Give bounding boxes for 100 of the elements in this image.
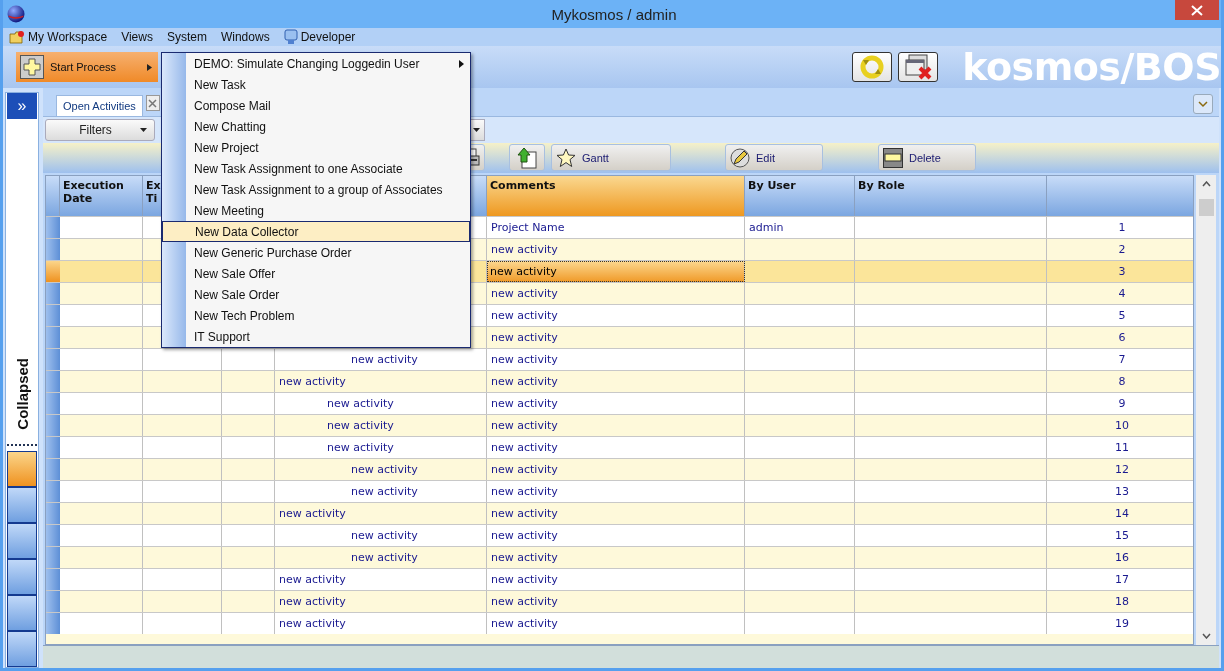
table-cell: 4: [1118, 287, 1126, 300]
row-selector[interactable]: [46, 305, 60, 326]
collapse-button[interactable]: [1193, 94, 1213, 114]
menu-item[interactable]: New Meeting: [162, 200, 470, 221]
table-cell: new activity: [279, 617, 346, 630]
caret-icon: [147, 63, 152, 71]
table-cell: 19: [1115, 617, 1129, 630]
tab[interactable]: Open Activities: [56, 95, 143, 116]
row-selector[interactable]: [46, 437, 60, 458]
table-cell: new activity: [491, 441, 558, 454]
delete-button[interactable]: Delete: [878, 144, 976, 171]
table-cell: new activity: [491, 551, 558, 564]
table-cell: 1: [1118, 221, 1126, 234]
row-selector[interactable]: [46, 591, 60, 612]
close-icon: [1191, 4, 1203, 16]
row-selector[interactable]: [46, 239, 60, 260]
expand-button[interactable]: »: [7, 93, 37, 119]
monitor-icon: [283, 29, 298, 45]
upload-button[interactable]: [509, 144, 545, 171]
menu-item[interactable]: New Task Assignment to a group of Associates: [162, 179, 470, 200]
table-cell: new activity: [279, 595, 346, 608]
folder-star-icon: [9, 30, 25, 44]
table-cell: 5: [1118, 309, 1126, 322]
table-cell: 11: [1115, 441, 1129, 454]
menu-item[interactable]: Developer: [283, 29, 356, 45]
table-cell: new activity: [491, 353, 558, 366]
table-cell: new activity: [327, 441, 394, 454]
table-cell: new activity: [491, 419, 558, 432]
scroll-up-icon: [1201, 181, 1211, 187]
menu-item[interactable]: New Task: [162, 74, 470, 95]
window-title: Mykosmos / admin: [550, 5, 678, 23]
start-process-button[interactable]: Start Process: [16, 52, 158, 82]
nav-tile[interactable]: [7, 631, 37, 667]
row-selector[interactable]: [46, 349, 60, 370]
menu-item[interactable]: DEMO: Simulate Changing Loggedin User: [162, 53, 470, 74]
close-windows-button[interactable]: [898, 52, 939, 82]
menu-item[interactable]: New Task Assignment to one Associate: [162, 158, 470, 179]
close-button[interactable]: [1175, 0, 1219, 20]
row-selector[interactable]: [46, 547, 60, 568]
row-selector[interactable]: [46, 371, 60, 392]
scrollbar-thumb[interactable]: [1198, 199, 1214, 216]
column-header[interactable]: Comments: [487, 176, 745, 216]
filters-dropdown[interactable]: Filters: [45, 119, 155, 141]
table-cell: new activity: [327, 397, 394, 410]
table-cell: 7: [1118, 353, 1126, 366]
table-cell: admin: [749, 221, 784, 234]
nav-tile[interactable]: [7, 487, 37, 523]
menu-item[interactable]: Views: [121, 30, 153, 44]
star-icon: [556, 147, 576, 168]
tab-close-button[interactable]: [145, 95, 160, 111]
table-cell: new activity: [351, 463, 418, 476]
row-selector[interactable]: [46, 283, 60, 304]
menu-item[interactable]: IT Support: [162, 326, 470, 347]
menu-item[interactable]: New Sale Offer: [162, 263, 470, 284]
table-cell: new activity: [327, 419, 394, 432]
table-cell: new activity: [491, 529, 558, 542]
tray-icon: [883, 147, 903, 168]
refresh-button[interactable]: [852, 52, 893, 82]
row-selector[interactable]: [46, 327, 60, 348]
menu-item[interactable]: My Workspace: [9, 30, 108, 44]
table-cell: new activity: [351, 529, 418, 542]
table-cell: 3: [1118, 265, 1126, 278]
menu-item[interactable]: New Data Collector: [162, 221, 470, 242]
menu-item[interactable]: Windows: [220, 30, 270, 44]
row-selector[interactable]: [46, 261, 60, 282]
table-cell: new activity: [491, 287, 558, 300]
menu-item[interactable]: New Generic Purchase Order: [162, 242, 470, 263]
nav-tile[interactable]: [7, 523, 37, 559]
table-cell: 9: [1118, 397, 1126, 410]
table-cell: Project Name: [491, 221, 565, 234]
row-selector[interactable]: [46, 569, 60, 590]
refresh-icon: [859, 54, 886, 80]
nav-tile[interactable]: [7, 559, 37, 595]
table-cell: 12: [1115, 463, 1129, 476]
menu-item[interactable]: New Tech Problem: [162, 305, 470, 326]
row-selector[interactable]: [46, 503, 60, 524]
row-selector[interactable]: [46, 217, 60, 238]
row-selector[interactable]: [46, 415, 60, 436]
table-cell: new activity: [279, 507, 346, 520]
row-selector[interactable]: [46, 613, 60, 634]
chevron-down-icon: [1198, 100, 1208, 108]
nav-tile[interactable]: [7, 451, 37, 487]
gantt-button[interactable]: Gantt: [551, 144, 671, 171]
edit-button[interactable]: Edit: [725, 144, 823, 171]
table-cell: 2: [1118, 243, 1126, 256]
row-selector[interactable]: [46, 525, 60, 546]
row-selector[interactable]: [46, 481, 60, 502]
menu-item[interactable]: New Project: [162, 137, 470, 158]
menu-item[interactable]: New Sale Order: [162, 284, 470, 305]
app-logo-icon: [7, 5, 25, 23]
vertical-scrollbar[interactable]: [1196, 175, 1216, 645]
nav-tile[interactable]: [7, 595, 37, 631]
plus-icon: [20, 55, 44, 79]
row-selector[interactable]: [46, 459, 60, 480]
table-cell: 17: [1115, 573, 1129, 586]
menu-item[interactable]: System: [166, 30, 207, 44]
row-selector[interactable]: [46, 393, 60, 414]
menu-item[interactable]: New Chatting: [162, 116, 470, 137]
menu-item[interactable]: Compose Mail: [162, 95, 470, 116]
table-cell: new activity: [491, 595, 558, 608]
